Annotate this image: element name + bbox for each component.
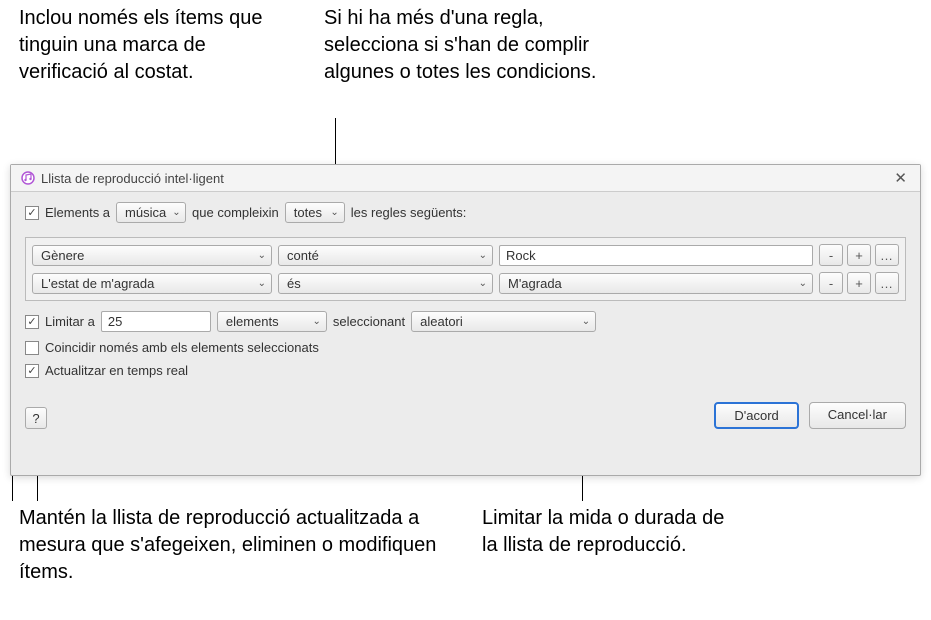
app-icon <box>21 171 35 185</box>
callout-bottom-left: Mantén la llista de reproducció actualit… <box>19 505 439 586</box>
rule-value-text: Rock <box>506 248 536 263</box>
rule-row: L'estat de m'agrada ⌄ és ⌄ M'agrada ⌄ - … <box>32 272 899 294</box>
limit-value-input[interactable]: 25 <box>101 311 211 332</box>
match-label-prefix: Elements a <box>45 205 110 220</box>
dialog-title: Llista de reproducció intel·ligent <box>41 171 224 186</box>
smart-playlist-dialog: Llista de reproducció intel·ligent ✕ Ele… <box>10 164 921 476</box>
callout-top-right: Si hi ha més d'una regla, selecciona si … <box>324 5 604 86</box>
rule-add-button[interactable]: + <box>847 244 871 266</box>
match-label-suffix: les regles següents: <box>351 205 467 220</box>
rule-add-button[interactable]: + <box>847 272 871 294</box>
rule-remove-button[interactable]: - <box>819 272 843 294</box>
rule-row: Gènere ⌄ conté ⌄ Rock - + … <box>32 244 899 266</box>
live-update-label: Actualitzar en temps real <box>45 363 188 378</box>
cancel-button[interactable]: Cancel·lar <box>809 402 906 429</box>
chevron-down-icon: ⌄ <box>582 316 590 327</box>
scope-select[interactable]: totes ⌄ <box>285 202 345 223</box>
rule-operator-value: conté <box>287 248 319 263</box>
limit-row: Limitar a 25 elements ⌄ seleccionant ale… <box>25 311 906 332</box>
chevron-down-icon: ⌄ <box>479 278 487 289</box>
rule-value-text: M'agrada <box>508 276 562 291</box>
chevron-down-icon: ⌄ <box>330 207 338 218</box>
live-update-row: Actualitzar en temps real <box>25 363 906 378</box>
limit-label: Limitar a <box>45 314 95 329</box>
limit-selection-select[interactable]: aleatori ⌄ <box>411 311 596 332</box>
chevron-down-icon: ⌄ <box>479 250 487 261</box>
rule-remove-button[interactable]: - <box>819 244 843 266</box>
ok-button[interactable]: D'acord <box>714 402 798 429</box>
callout-top-left: Inclou només els ítems que tinguin una m… <box>19 5 299 86</box>
limit-select-label: seleccionant <box>333 314 405 329</box>
rule-attribute-select[interactable]: L'estat de m'agrada ⌄ <box>32 273 272 294</box>
chevron-down-icon: ⌄ <box>172 207 180 218</box>
rule-operator-value: és <box>287 276 301 291</box>
titlebar: Llista de reproducció intel·ligent ✕ <box>11 165 920 192</box>
live-update-checkbox[interactable] <box>25 364 39 378</box>
limit-value-text: 25 <box>108 314 122 329</box>
match-label-mid: que compleixin <box>192 205 279 220</box>
chevron-down-icon: ⌄ <box>258 278 266 289</box>
limit-unit-select[interactable]: elements ⌄ <box>217 311 327 332</box>
source-select-value: música <box>125 205 166 220</box>
rule-more-button[interactable]: … <box>875 244 899 266</box>
match-checked-only-checkbox[interactable] <box>25 341 39 355</box>
rule-operator-select[interactable]: és ⌄ <box>278 273 493 294</box>
source-select[interactable]: música ⌄ <box>116 202 186 223</box>
rule-value-input[interactable]: Rock <box>499 245 813 266</box>
chevron-down-icon: ⌄ <box>312 316 320 327</box>
chevron-down-icon: ⌄ <box>799 278 807 289</box>
rules-container: Gènere ⌄ conté ⌄ Rock - + … <box>25 237 906 301</box>
help-button[interactable]: ? <box>25 407 47 429</box>
callout-bottom-right: Limitar la mida o durada de la llista de… <box>482 505 742 559</box>
limit-selection-value: aleatori <box>420 314 463 329</box>
rule-attribute-value: L'estat de m'agrada <box>41 276 154 291</box>
match-row: Elements a música ⌄ que compleixin totes… <box>25 202 906 223</box>
rule-value-select[interactable]: M'agrada ⌄ <box>499 273 813 294</box>
match-checked-row: Coincidir només amb els elements selecci… <box>25 340 906 355</box>
limit-unit-value: elements <box>226 314 279 329</box>
close-button[interactable]: ✕ <box>891 169 910 187</box>
match-checkbox[interactable] <box>25 206 39 220</box>
chevron-down-icon: ⌄ <box>258 250 266 261</box>
rule-more-button[interactable]: … <box>875 272 899 294</box>
scope-select-value: totes <box>294 205 322 220</box>
rule-attribute-value: Gènere <box>41 248 84 263</box>
limit-checkbox[interactable] <box>25 315 39 329</box>
rule-attribute-select[interactable]: Gènere ⌄ <box>32 245 272 266</box>
rule-operator-select[interactable]: conté ⌄ <box>278 245 493 266</box>
match-checked-only-label: Coincidir només amb els elements selecci… <box>45 340 319 355</box>
